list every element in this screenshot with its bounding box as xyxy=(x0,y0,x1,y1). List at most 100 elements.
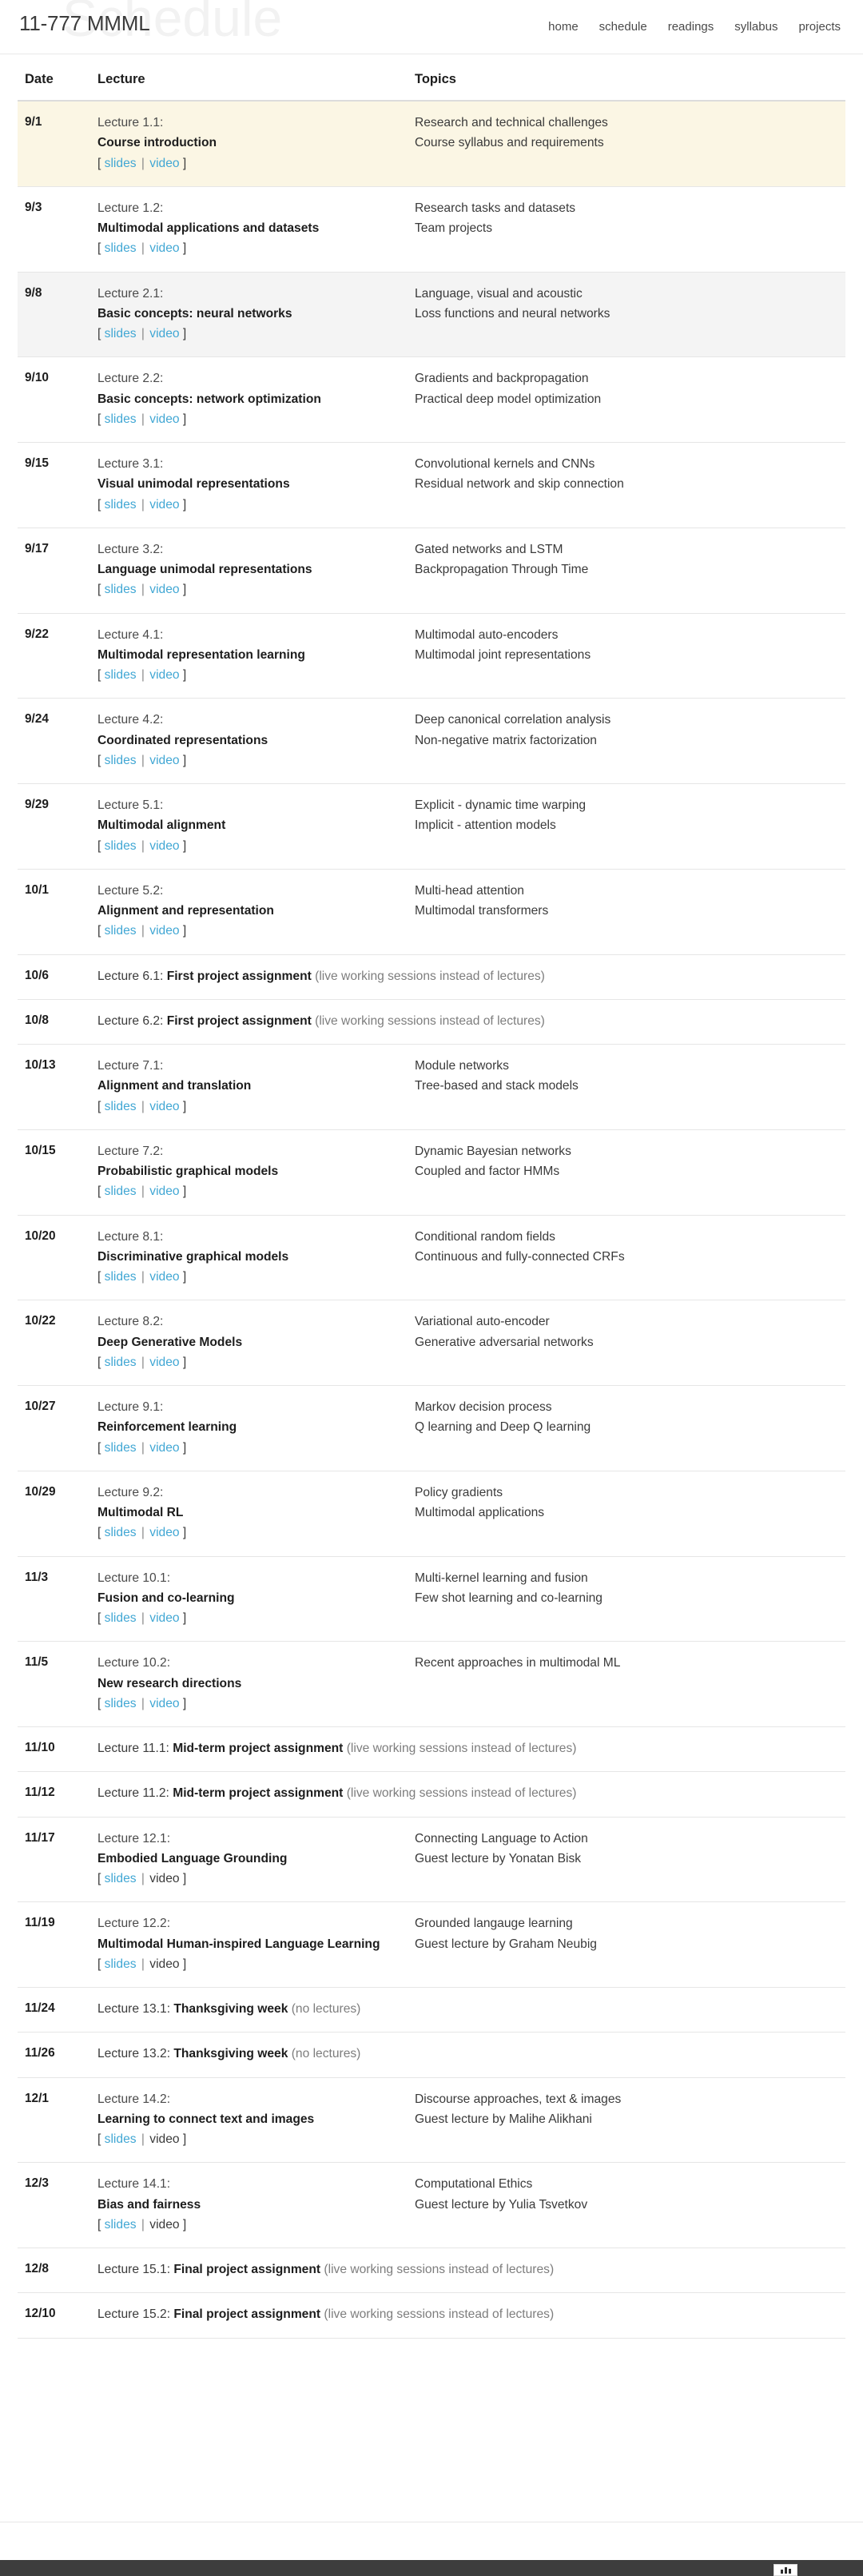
cell-date: 11/26 xyxy=(25,2046,55,2060)
video-link[interactable]: video xyxy=(149,583,179,596)
lecture-number: Lecture 4.2: xyxy=(97,713,164,727)
video-link[interactable]: video xyxy=(149,1611,179,1625)
bracket-open: [ xyxy=(97,1696,105,1710)
cell-topics: Module networks Tree-based and stack mode… xyxy=(412,1045,845,1130)
topic-line: Course syllabus and requirements xyxy=(415,136,604,150)
video-link[interactable]: video xyxy=(149,1100,179,1113)
table-row: 11/3 Lecture 10.1: Fusion and co-learning [… xyxy=(18,1556,845,1642)
video-link[interactable]: video xyxy=(149,1697,179,1710)
video-link[interactable]: video xyxy=(149,1184,179,1198)
cell-lecture: Lecture 9.2: Multimodal RL [ slides | vide… xyxy=(95,1471,412,1556)
cell-date: 12/1 xyxy=(25,2091,49,2105)
slides-link[interactable]: slides xyxy=(105,498,137,512)
slides-link[interactable]: slides xyxy=(105,1100,137,1113)
bracket-close: ] xyxy=(179,1696,187,1710)
cell-topics: Markov decision process Q learning and De… xyxy=(412,1386,845,1471)
slides-link[interactable]: slides xyxy=(105,1957,137,1971)
slides-link[interactable]: slides xyxy=(105,2218,137,2232)
table-row: 10/20 Lecture 8.1: Discriminative graphica… xyxy=(18,1215,845,1300)
table-row: 11/26 Lecture 13.2: Thanksgiving week (no… xyxy=(18,2033,845,2077)
slides-link[interactable]: slides xyxy=(105,2132,137,2146)
slides-link[interactable]: slides xyxy=(105,1526,137,1539)
slides-link[interactable]: slides xyxy=(105,1697,137,1710)
cell-assignment-note: Lecture 6.2: First project assignment (l… xyxy=(95,999,845,1044)
lecture-resource-links: [ slides | video ] xyxy=(97,1954,401,1974)
table-row: 12/10 Lecture 15.2: Final project assignm… xyxy=(18,2293,845,2338)
lecture-title: Multimodal Human-inspired Language Learn… xyxy=(97,1937,380,1951)
cell-lecture: Lecture 8.2: Deep Generative Models [ slid… xyxy=(95,1300,412,1386)
lecture-resource-links: [ slides | video ] xyxy=(97,1181,401,1201)
video-link[interactable]: video xyxy=(149,839,179,853)
link-separator: | xyxy=(137,1099,149,1113)
lecture-resource-links: [ slides | video ] xyxy=(97,153,401,173)
slides-link[interactable]: slides xyxy=(105,1356,137,1369)
lecture-title: Multimodal alignment xyxy=(97,818,226,833)
slides-link[interactable]: slides xyxy=(105,839,137,853)
lecture-title: Deep Generative Models xyxy=(97,1335,243,1349)
bracket-open: [ xyxy=(97,1355,105,1369)
cell-date: 10/8 xyxy=(25,1013,49,1027)
lecture-number: Lecture 14.1: xyxy=(97,2177,171,2192)
slides-link[interactable]: slides xyxy=(105,668,137,682)
topic-line: Residual network and skip connection xyxy=(415,477,624,492)
video-link[interactable]: video xyxy=(149,412,179,426)
video-link[interactable]: video xyxy=(149,327,179,340)
video-link[interactable]: video xyxy=(149,668,179,682)
cell-date: 10/6 xyxy=(25,968,49,982)
bracket-open: [ xyxy=(97,241,105,256)
assignment-title: Mid-term project assignment xyxy=(173,1742,344,1755)
slides-link[interactable]: slides xyxy=(105,412,137,426)
topic-line: Multimodal applications xyxy=(415,1506,545,1519)
bracket-open: [ xyxy=(97,412,105,426)
slides-link[interactable]: slides xyxy=(105,1441,137,1455)
bracket-close: ] xyxy=(179,2217,187,2232)
slides-link[interactable]: slides xyxy=(105,583,137,596)
slides-link[interactable]: slides xyxy=(105,241,137,255)
assignment-lecture-number: Lecture 15.1: xyxy=(97,2263,174,2276)
slides-link[interactable]: slides xyxy=(105,924,137,938)
nav-link-readings[interactable]: readings xyxy=(668,20,714,34)
cell-date: 12/10 xyxy=(25,2307,56,2321)
cell-topics: Connecting Language to Action Guest lectu… xyxy=(412,1817,845,1902)
lecture-number: Lecture 8.1: xyxy=(97,1229,164,1244)
video-link[interactable]: video xyxy=(149,157,179,170)
slides-link[interactable]: slides xyxy=(105,1270,137,1284)
video-link[interactable]: video xyxy=(149,1441,179,1455)
slides-link[interactable]: slides xyxy=(105,1184,137,1198)
video-link[interactable]: video xyxy=(149,498,179,512)
table-row: 11/10 Lecture 11.1: Mid-term project assi… xyxy=(18,1727,845,1772)
cell-topics: Gated networks and LSTM Backpropagation T… xyxy=(412,528,845,613)
chart-badge-icon[interactable] xyxy=(774,2564,797,2576)
video-link[interactable]: video xyxy=(149,1526,179,1539)
assignment-lecture-number: Lecture 15.2: xyxy=(97,2307,174,2322)
video-link[interactable]: video xyxy=(149,1270,179,1284)
nav-link-schedule[interactable]: schedule xyxy=(599,20,647,34)
video-link[interactable]: video xyxy=(149,241,179,255)
video-link[interactable]: video xyxy=(149,924,179,938)
cell-topics: Recent approaches in multimodal ML xyxy=(412,1642,845,1727)
cell-topics: Conditional random fields Continuous and … xyxy=(412,1215,845,1300)
link-separator: | xyxy=(137,2217,149,2232)
cell-date: 11/24 xyxy=(25,2001,55,2015)
slides-link[interactable]: slides xyxy=(105,754,137,767)
assignment-title: First project assignment xyxy=(166,1013,312,1028)
assignment-note: (no lectures) xyxy=(288,2047,361,2061)
topic-line: Connecting Language to Action xyxy=(415,1831,588,1845)
video-link[interactable]: video xyxy=(149,754,179,767)
bracket-open: [ xyxy=(97,2132,105,2146)
cell-lecture: Lecture 14.2: Learning to connect text an… xyxy=(95,2077,412,2163)
slides-link[interactable]: slides xyxy=(105,157,137,170)
link-separator: | xyxy=(137,924,149,938)
bracket-close: ] xyxy=(179,497,187,512)
bracket-open: [ xyxy=(97,327,105,340)
nav-link-projects[interactable]: projects xyxy=(798,20,841,34)
slides-link[interactable]: slides xyxy=(105,1872,137,1885)
slides-link[interactable]: slides xyxy=(105,327,137,340)
cell-topics: Explicit - dynamic time warping Implicit … xyxy=(412,784,845,870)
video-link[interactable]: video xyxy=(149,1356,179,1369)
nav-link-home[interactable]: home xyxy=(548,20,579,34)
column-header-topics: Topics xyxy=(412,61,845,102)
slides-link[interactable]: slides xyxy=(105,1611,137,1625)
nav-link-syllabus[interactable]: syllabus xyxy=(734,20,777,34)
lecture-number: Lecture 7.2: xyxy=(97,1144,164,1158)
